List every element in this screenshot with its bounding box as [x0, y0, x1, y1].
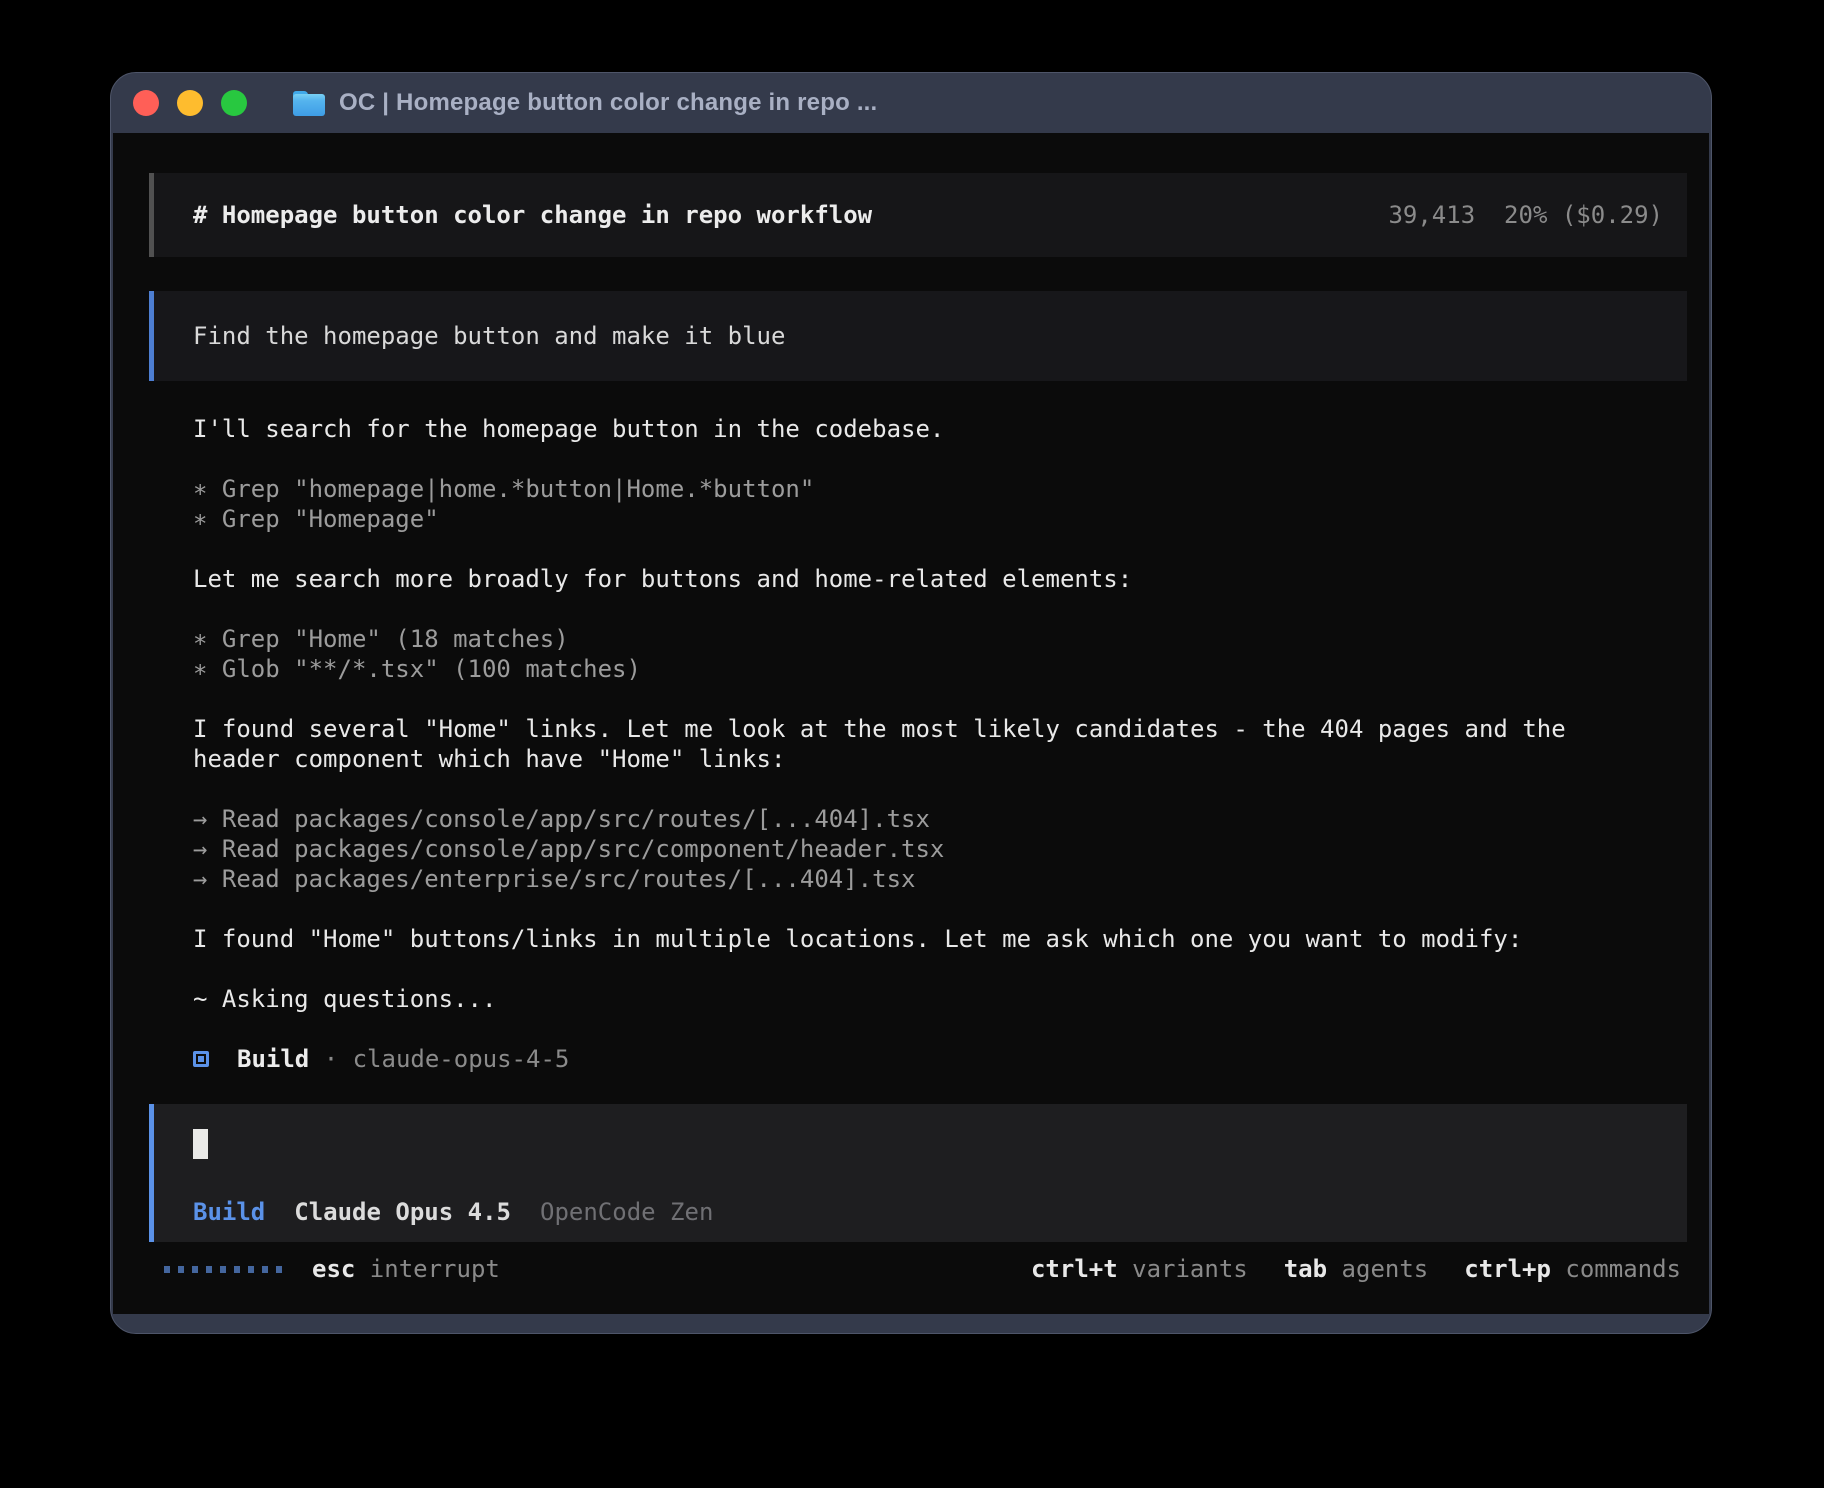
spinner-dot: [178, 1266, 184, 1273]
agents-key: tab: [1284, 1255, 1327, 1283]
tool-call-block: ∗ Grep "Home" (18 matches)∗ Glob "**/*.t…: [149, 624, 1687, 684]
titlebar: OC | Homepage button color change in rep…: [113, 73, 1709, 133]
status-bar-right: ctrl+t variants tab agents ctrl+p comman…: [1031, 1255, 1681, 1283]
input-cursor: [193, 1129, 208, 1159]
variants-hint: ctrl+t variants: [1031, 1255, 1248, 1283]
spinner-dot: [192, 1266, 198, 1273]
assistant-message: I found "Home" buttons/links in multiple…: [149, 924, 1687, 954]
tool-call-line: ∗ Grep "Home" (18 matches): [193, 624, 1687, 654]
spinner-dot: [234, 1266, 240, 1273]
folder-icon: [293, 91, 325, 116]
tool-call-line: ∗ Glob "**/*.tsx" (100 matches): [193, 654, 1687, 684]
model-label: Claude Opus 4.5: [294, 1198, 511, 1226]
assistant-text-line: header component which have "Home" links…: [193, 744, 1687, 774]
build-status: Build · claude-opus-4-5: [149, 1044, 1687, 1074]
assistant-text-line: I found "Home" buttons/links in multiple…: [193, 924, 1687, 954]
session-header: # Homepage button color change in repo w…: [149, 173, 1687, 257]
assistant-message: I'll search for the homepage button in t…: [149, 414, 1687, 444]
window-title: OC | Homepage button color change in rep…: [339, 89, 877, 117]
tool-call-line: → Read packages/enterprise/src/routes/[.…: [193, 864, 1687, 894]
agent-square-icon: [193, 1051, 209, 1067]
esc-key: esc: [312, 1255, 355, 1283]
agents-label: agents: [1327, 1255, 1428, 1283]
zoom-button[interactable]: [221, 90, 247, 116]
commands-hint: ctrl+p commands: [1464, 1255, 1681, 1283]
assistant-message: Let me search more broadly for buttons a…: [149, 564, 1687, 594]
session-title: # Homepage button color change in repo w…: [193, 201, 872, 229]
assistant-text-line: I found several "Home" links. Let me loo…: [193, 714, 1687, 744]
spinner-dot: [276, 1266, 282, 1273]
assistant-message: I found several "Home" links. Let me loo…: [149, 714, 1687, 774]
status-model-name: claude-opus-4-5: [353, 1045, 570, 1073]
prompt-input[interactable]: Build Claude Opus 4.5 OpenCode Zen: [149, 1104, 1687, 1242]
spinner-dot: [206, 1266, 212, 1273]
tool-call-line: → Read packages/console/app/src/componen…: [193, 834, 1687, 864]
tool-call-line: → Read packages/console/app/src/routes/[…: [193, 804, 1687, 834]
spinner-dots: [164, 1266, 282, 1273]
assistant-text-line: Let me search more broadly for buttons a…: [193, 564, 1687, 594]
commands-label: commands: [1551, 1255, 1681, 1283]
status-bar: esc interrupt ctrl+t variants tab agents…: [149, 1254, 1687, 1284]
minimize-button[interactable]: [177, 90, 203, 116]
status-bar-left: esc interrupt: [164, 1255, 500, 1283]
conversation: I'll search for the homepage button in t…: [149, 414, 1687, 1014]
provider-label: OpenCode Zen: [540, 1198, 713, 1226]
tool-call-block: ∗ Grep "homepage|home.*button|Home.*butt…: [149, 474, 1687, 534]
assistant-text-line: ~ Asking questions...: [193, 984, 1687, 1014]
close-button[interactable]: [133, 90, 159, 116]
tool-call-line: ∗ Grep "homepage|home.*button|Home.*butt…: [193, 474, 1687, 504]
commands-key: ctrl+p: [1464, 1255, 1551, 1283]
input-footer: Build Claude Opus 4.5 OpenCode Zen: [193, 1197, 1687, 1227]
assistant-text-line: I'll search for the homepage button in t…: [193, 414, 1687, 444]
esc-label: interrupt: [355, 1255, 500, 1283]
user-message: Find the homepage button and make it blu…: [149, 291, 1687, 381]
token-stats: 39,413 20% ($0.29): [1388, 201, 1663, 229]
status-separator: ·: [309, 1045, 352, 1073]
esc-hint: esc interrupt: [312, 1255, 500, 1283]
tool-call-block: → Read packages/console/app/src/routes/[…: [149, 804, 1687, 894]
spinner-dot: [248, 1266, 254, 1273]
user-message-text: Find the homepage button and make it blu…: [193, 322, 785, 350]
tool-call-line: ∗ Grep "Homepage": [193, 504, 1687, 534]
status-agent-name: Build: [237, 1045, 309, 1073]
variants-key: ctrl+t: [1031, 1255, 1118, 1283]
assistant-message: ~ Asking questions...: [149, 984, 1687, 1014]
agent-badge: Build: [193, 1198, 265, 1226]
terminal-window: OC | Homepage button color change in rep…: [110, 72, 1712, 1334]
terminal-content: # Homepage button color change in repo w…: [113, 133, 1709, 1314]
spinner-dot: [164, 1266, 170, 1273]
variants-label: variants: [1118, 1255, 1248, 1283]
spinner-dot: [262, 1266, 268, 1273]
agents-hint: tab agents: [1284, 1255, 1429, 1283]
spinner-dot: [220, 1266, 226, 1273]
